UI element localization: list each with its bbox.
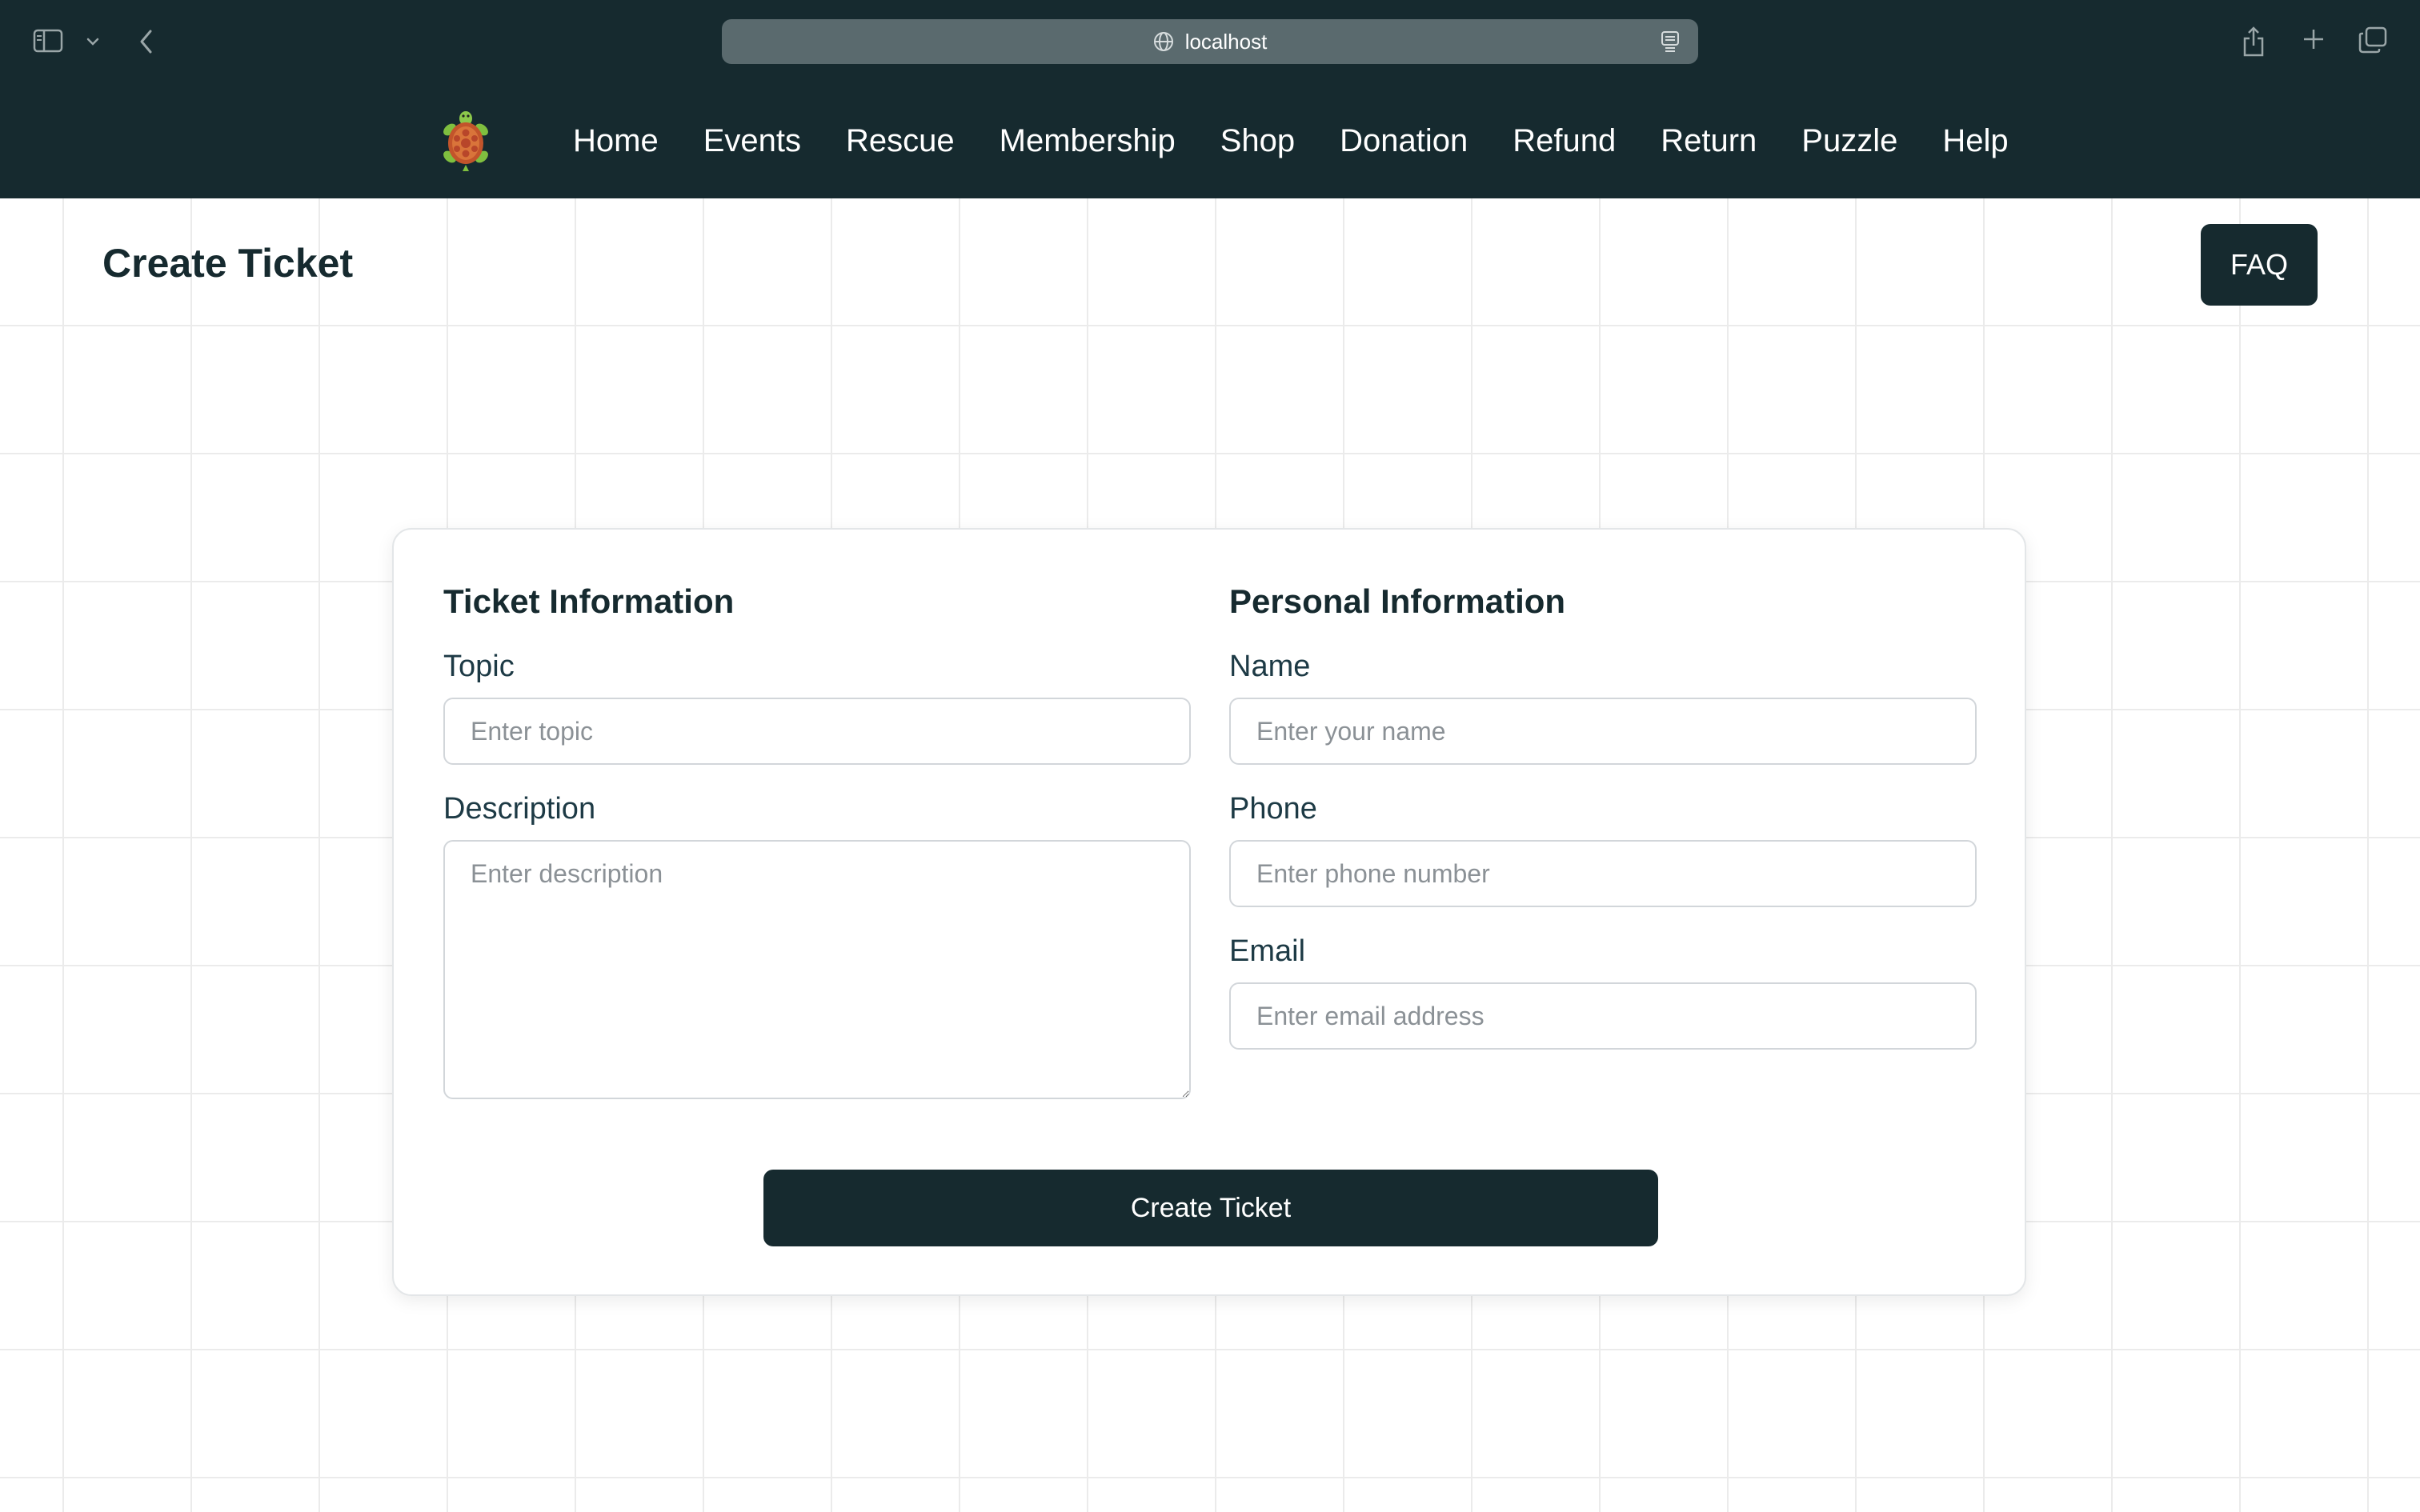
share-icon[interactable] [2239, 24, 2268, 59]
name-input[interactable] [1229, 698, 1977, 765]
reader-icon[interactable] [1660, 30, 1681, 53]
email-input[interactable] [1229, 982, 1977, 1050]
chevron-down-icon[interactable] [83, 32, 102, 51]
tabs-overview-icon[interactable] [2358, 26, 2388, 54]
nav-item-shop[interactable]: Shop [1220, 123, 1295, 159]
nav-item-events[interactable]: Events [703, 123, 801, 159]
nav-item-help[interactable]: Help [1942, 123, 2008, 159]
nav-item-puzzle[interactable]: Puzzle [1801, 123, 1897, 159]
nav-item-refund[interactable]: Refund [1512, 123, 1616, 159]
create-ticket-form: Ticket Information Topic Description Per… [392, 528, 2026, 1296]
personal-information-section: Personal Information Name Phone Email [1229, 579, 1977, 1050]
description-label: Description [443, 792, 596, 826]
nav-item-membership[interactable]: Membership [1000, 123, 1176, 159]
topic-input[interactable] [443, 698, 1191, 765]
nav-item-return[interactable]: Return [1661, 123, 1757, 159]
topic-label: Topic [443, 650, 515, 683]
site-navbar: Home Events Rescue Membership Shop Donat… [0, 83, 2420, 198]
ticket-information-section: Ticket Information Topic Description [443, 579, 1191, 1099]
personal-information-heading: Personal Information [1229, 582, 1566, 620]
ticket-information-heading: Ticket Information [443, 582, 735, 620]
chevron-left-icon[interactable] [134, 26, 158, 58]
browser-toolbar: localhost [0, 0, 2420, 83]
nav-item-home[interactable]: Home [573, 123, 659, 159]
create-ticket-button[interactable]: Create Ticket [763, 1170, 1658, 1246]
sidebar-icon[interactable] [32, 27, 64, 54]
email-label: Email [1229, 934, 1306, 968]
url-bar[interactable]: localhost [722, 19, 1698, 64]
globe-icon [1153, 31, 1174, 52]
turtle-logo[interactable] [431, 106, 501, 176]
phone-label: Phone [1229, 792, 1317, 826]
description-textarea[interactable] [443, 840, 1191, 1099]
nav-item-donation[interactable]: Donation [1340, 123, 1468, 159]
nav-menu: Home Events Rescue Membership Shop Donat… [573, 83, 2009, 198]
faq-button[interactable]: FAQ [2201, 224, 2318, 306]
phone-input[interactable] [1229, 840, 1977, 907]
name-label: Name [1229, 650, 1311, 683]
url-text: localhost [1184, 29, 1268, 54]
plus-icon[interactable] [2300, 26, 2327, 53]
nav-item-rescue[interactable]: Rescue [846, 123, 955, 159]
page-title: Create Ticket [102, 241, 354, 286]
